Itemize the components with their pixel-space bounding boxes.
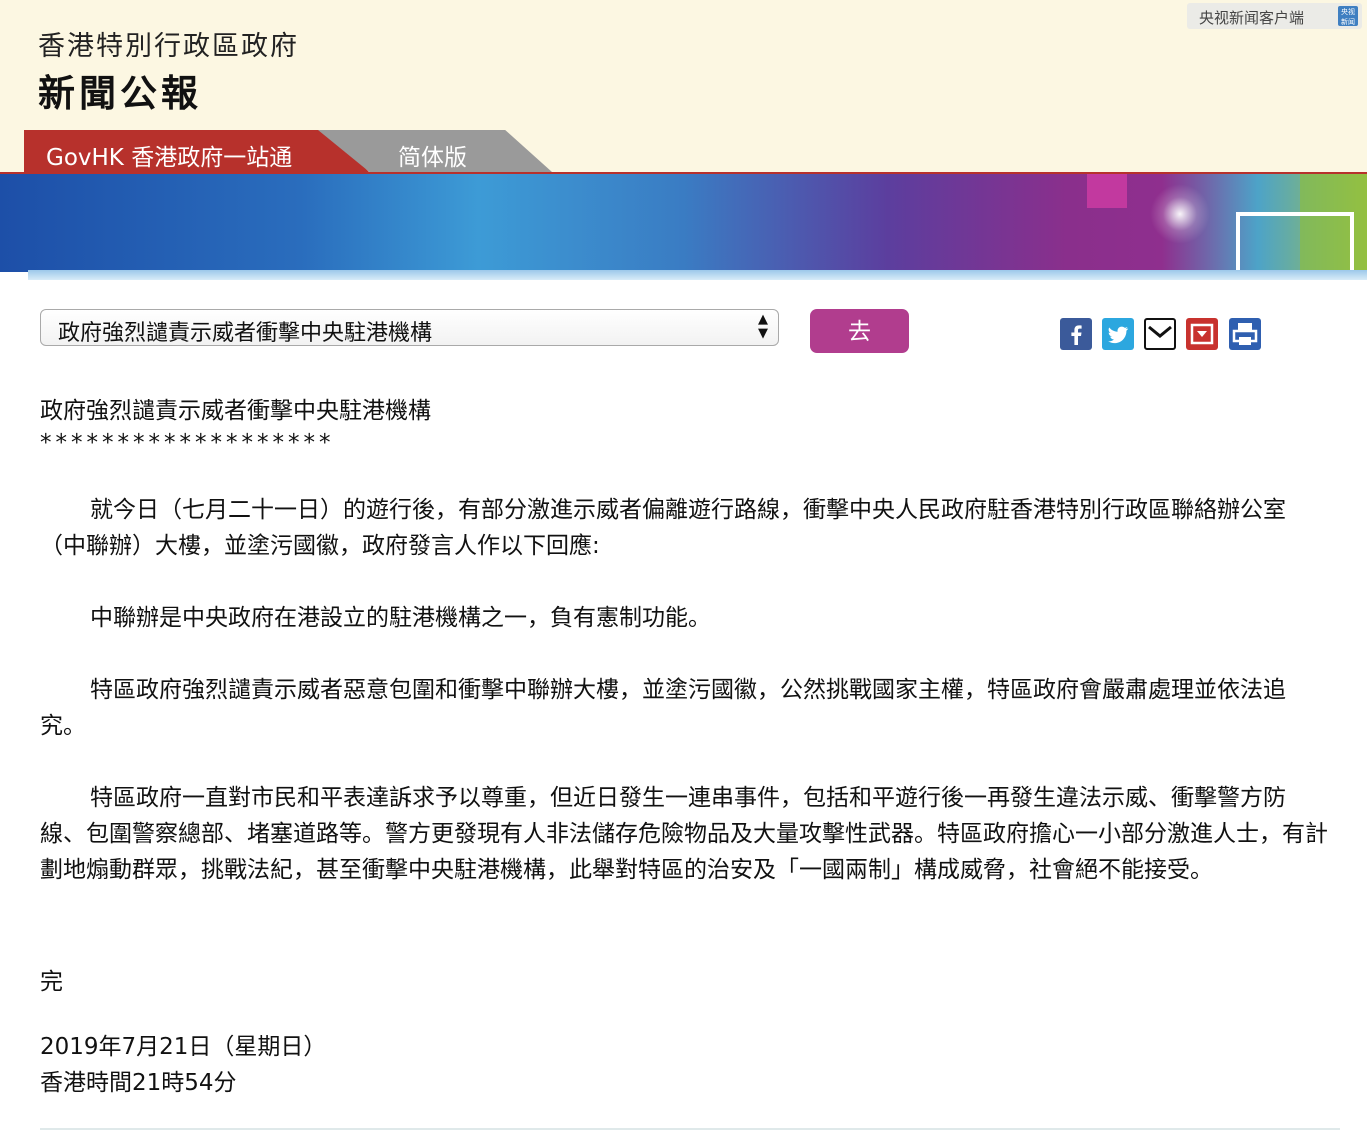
footer-divider	[40, 1128, 1340, 1130]
release-time: 香港時間21時54分	[40, 1070, 237, 1096]
selected-item-label: 政府強烈譴責示威者衝擊中央駐港機構	[58, 321, 433, 346]
email-icon[interactable]	[1144, 318, 1176, 350]
twitter-icon[interactable]	[1102, 318, 1134, 350]
article-paragraph: 特區政府強烈譴責示威者惡意包圍和衝擊中聯辦大樓，並塗污國徽，公然挑戰國家主權，特…	[40, 677, 1286, 739]
tab-govhk-label: GovHK 香港政府一站通	[46, 145, 293, 171]
site-tabs: GovHK 香港政府一站通 简体版	[0, 130, 1367, 172]
watermark-badge: 央视新闻客户端 央视新闻	[1187, 3, 1362, 29]
article-paragraph: 中聯辦是中央政府在港設立的駐港機構之一，負有憲制功能。	[90, 605, 711, 631]
tab-govhk[interactable]: GovHK 香港政府一站通	[24, 130, 369, 172]
article-title: 政府強烈譴責示威者衝擊中央駐港機構	[40, 398, 431, 424]
tab-simplified-label: 简体版	[398, 145, 467, 171]
updown-arrows-icon: ▲ ▼	[758, 312, 768, 341]
go-button[interactable]: 去	[810, 309, 909, 353]
title-separator: *******************	[40, 430, 335, 456]
cctv-logo-icon: 央视新闻	[1338, 6, 1358, 26]
article-paragraph: 特區政府一直對市民和平表達訴求予以尊重，但近日發生一連串事件，包括和平遊行後一再…	[40, 785, 1328, 883]
press-release-title: 新聞公報	[38, 72, 202, 115]
watermark-text: 央视新闻客户端	[1199, 9, 1305, 27]
government-name: 香港特別行政區政府	[38, 31, 299, 62]
facebook-icon[interactable]	[1060, 318, 1092, 350]
banner-decoration-square	[1087, 174, 1127, 208]
bookmark-icon[interactable]	[1186, 318, 1218, 350]
banner-decoration-glow	[1150, 184, 1210, 244]
header-banner	[0, 172, 1367, 282]
release-date: 2019年7月21日（星期日）	[40, 1034, 327, 1060]
banner-stripe	[28, 270, 1367, 280]
print-icon[interactable]	[1229, 318, 1261, 350]
article-paragraph: 就今日（七月二十一日）的遊行後，有部分激進示威者偏離遊行路線，衝擊中央人民政府駐…	[40, 497, 1286, 559]
end-mark: 完	[40, 969, 63, 995]
press-release-select[interactable]: 政府強烈譴責示威者衝擊中央駐港機構 ▲ ▼	[40, 309, 779, 346]
